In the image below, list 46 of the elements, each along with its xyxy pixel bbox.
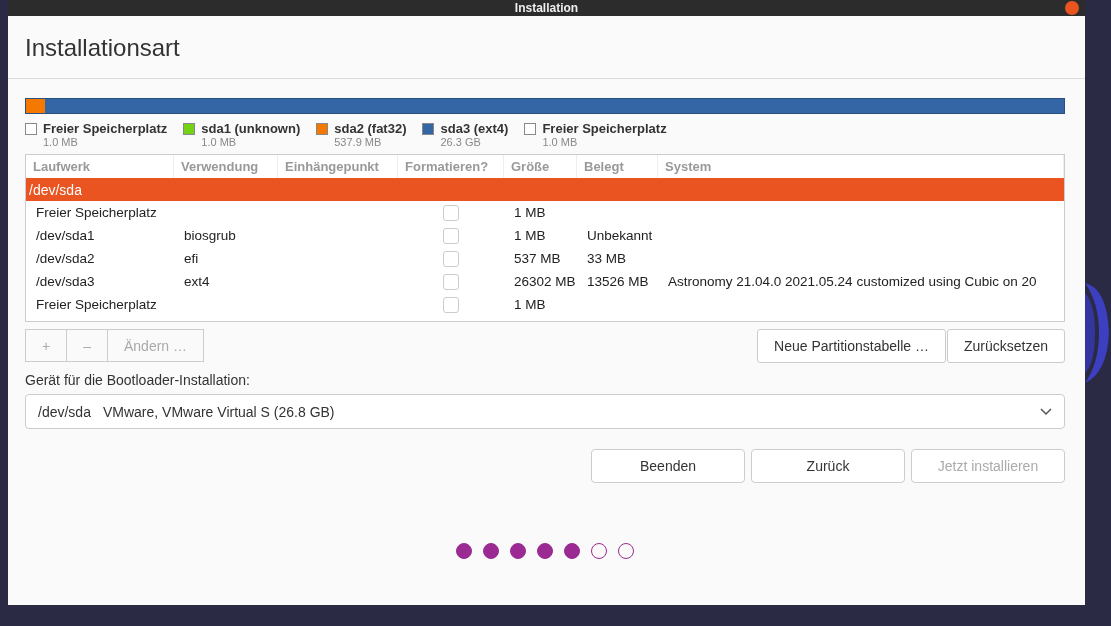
chevron-down-icon (1040, 407, 1052, 416)
table-cell-text: ext4 (183, 274, 211, 289)
table-cell-text: 13526 MB (586, 274, 650, 289)
partition-name: Freier Speicherplatz (43, 121, 168, 136)
table-cell-text: 33 MB (586, 251, 628, 266)
partition-name: sda2 (fat32) (334, 121, 407, 136)
table-cell-text: /dev/sda (28, 181, 83, 198)
format-checkbox[interactable] (443, 204, 459, 221)
bootloader-label: Gerät für die Bootloader-Installation: (25, 372, 251, 388)
format-checkbox[interactable] (443, 296, 459, 313)
table-cell-text: Astronomy 21.04.0 2021.05.24 customized using Cubic on 20 (667, 274, 1038, 289)
partition-size: 1.0 MB (542, 136, 579, 148)
table-cell-text: 1 MB (513, 228, 547, 243)
table-cell-text: Freier Speicherplatz (35, 205, 158, 220)
partition-size: 537.9 MB (334, 136, 383, 148)
page-heading: Installationsart (8, 16, 1085, 79)
table-cell-text: /dev/sda1 (35, 228, 96, 243)
table-cell-text: 1 MB (513, 205, 547, 220)
partition-name: sda3 (ext4) (440, 121, 509, 136)
bootloader-dropdown[interactable]: /dev/sda VMware, VMware Virtual S (26.8 GB) (25, 394, 1065, 429)
table-cell-text: efi (183, 251, 200, 266)
table-cell-text: /dev/sda2 (35, 251, 96, 266)
window-title: Installation (514, 1, 579, 15)
format-checkbox[interactable] (443, 250, 459, 267)
new-partition-table-button[interactable]: Neue Partitionstabelle … (757, 329, 946, 363)
partition-name: sda1 (unknown) (201, 121, 301, 136)
table-cell-text: /dev/sda3 (35, 274, 96, 289)
partition-size: 1.0 MB (43, 136, 79, 148)
table-cell-text: 1 MB (513, 297, 547, 312)
partition-size: 1.0 MB (201, 136, 238, 148)
table-cell-text: 26302 MB (513, 274, 577, 289)
quit-button[interactable]: Beenden (591, 449, 745, 483)
table-cell-text: biosgrub (183, 228, 237, 243)
partition-name: Freier Speicherplatz (542, 121, 667, 136)
partition-size: 26.3 GB (440, 136, 482, 148)
back-button[interactable]: Zurück (751, 449, 905, 483)
table-cell-text: Unbekannt (586, 228, 654, 243)
format-checkbox[interactable] (443, 227, 459, 244)
reset-button[interactable]: Zurücksetzen (946, 329, 1065, 363)
close-button[interactable] (1065, 1, 1079, 15)
device-description: VMware, VMware Virtual S (26.8 GB) (102, 403, 336, 420)
format-checkbox[interactable] (443, 273, 459, 290)
table-cell-text: Freier Speicherplatz (35, 297, 158, 312)
disk-row[interactable]: /dev/sda (26, 178, 1064, 201)
device-path: /dev/sda (38, 403, 91, 420)
table-cell-text: 537 MB (513, 251, 562, 266)
